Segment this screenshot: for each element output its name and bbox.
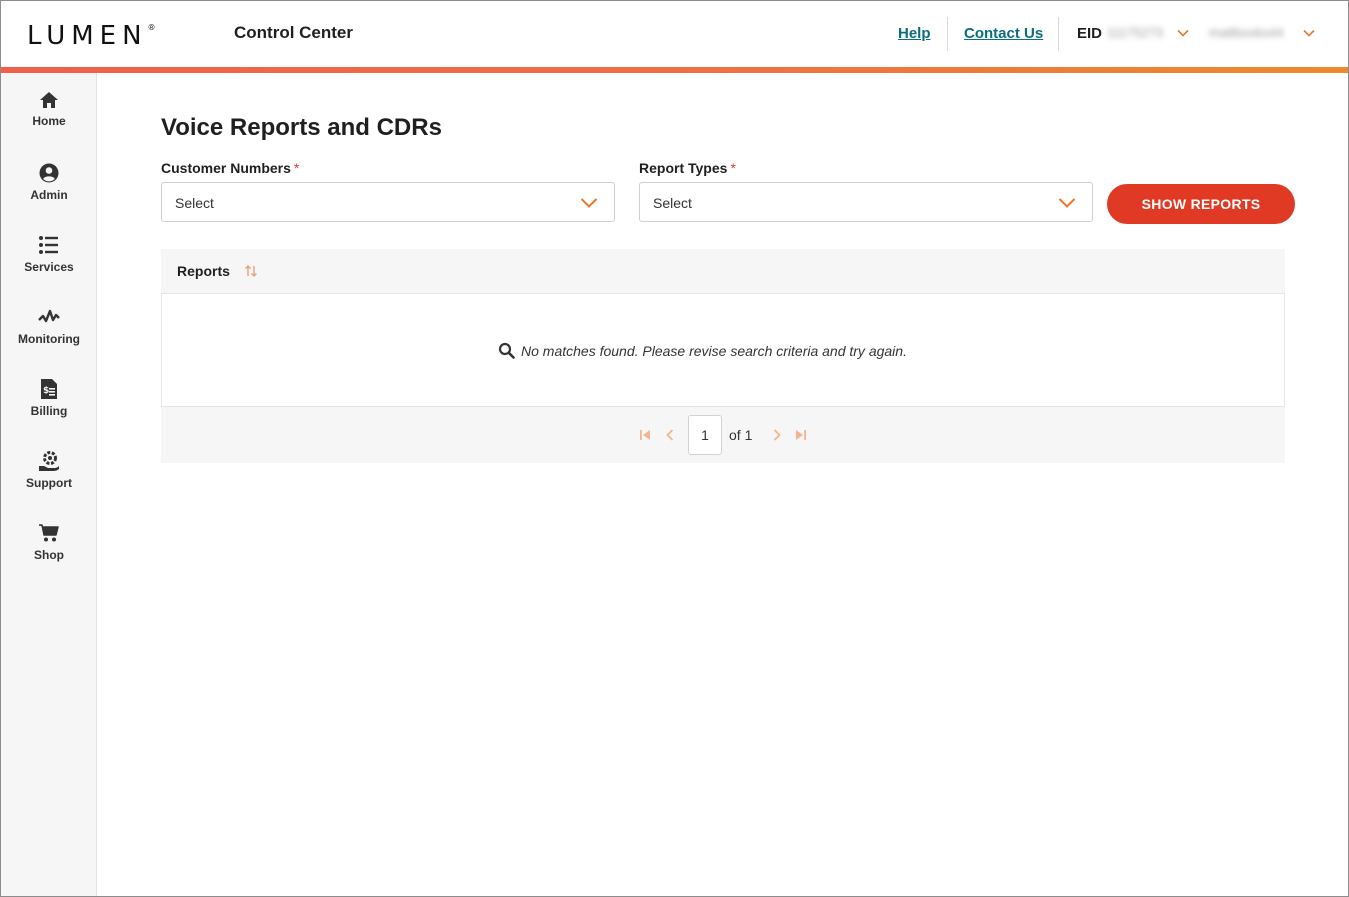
list-icon <box>39 236 58 254</box>
search-icon <box>498 342 515 359</box>
chevron-down-icon <box>580 198 598 208</box>
sidebar-item-shop[interactable]: Shop <box>1 522 97 582</box>
user-name[interactable]: mattbooks44 <box>1209 25 1283 40</box>
sidebar-item-label: Monitoring <box>18 332 80 346</box>
reports-table-body: No matches found. Please revise search c… <box>161 293 1285 407</box>
eid-value[interactable]: 11175273 <box>1107 25 1163 40</box>
user-circle-icon <box>39 163 59 183</box>
page-title: Voice Reports and CDRs <box>161 114 442 141</box>
pulse-icon <box>38 309 60 323</box>
show-reports-button[interactable]: SHOW REPORTS <box>1107 184 1295 224</box>
header-divider <box>1058 17 1059 51</box>
required-marker: * <box>730 160 736 176</box>
app-title: Control Center <box>234 23 353 42</box>
first-page-icon[interactable] <box>638 428 652 442</box>
sidebar-nav: Home Admin Services Monitoring $ Billing… <box>1 73 97 896</box>
sidebar-item-support[interactable]: Support <box>1 450 97 510</box>
home-icon <box>40 92 58 108</box>
chevron-down-icon <box>1058 198 1076 208</box>
sidebar-item-admin[interactable]: Admin <box>1 162 97 222</box>
reports-table: Reports No matches found. Please revise … <box>161 249 1285 463</box>
customer-numbers-label: Customer Numbers * <box>161 160 299 176</box>
empty-state: No matches found. Please revise search c… <box>498 342 907 359</box>
required-marker: * <box>293 160 300 176</box>
sidebar-item-label: Billing <box>30 404 68 418</box>
header-divider <box>947 17 948 51</box>
sidebar-item-label: Home <box>32 114 66 128</box>
sidebar-item-label: Shop <box>34 548 64 562</box>
sidebar-item-billing[interactable]: $ Billing <box>1 378 97 438</box>
support-gear-icon <box>39 451 59 471</box>
report-types-value: Select <box>653 195 692 211</box>
reports-column-header[interactable]: Reports <box>161 249 1285 293</box>
sidebar-item-label: Admin <box>30 188 68 202</box>
sort-icon[interactable] <box>244 264 258 278</box>
brand-gradient-bar <box>1 67 1348 73</box>
report-types-select[interactable]: Select <box>639 182 1093 222</box>
eid-label: EID <box>1077 25 1103 42</box>
svg-text:$: $ <box>43 386 49 396</box>
cart-icon <box>39 524 59 542</box>
top-header: LUMEN® Control Center Help Contact Us EI… <box>1 1 1348 67</box>
help-link[interactable]: Help <box>898 25 931 42</box>
customer-numbers-value: Select <box>175 195 214 211</box>
customer-numbers-select[interactable]: Select <box>161 182 615 222</box>
contact-us-link[interactable]: Contact Us <box>964 25 1043 42</box>
user-chevron-down-icon[interactable] <box>1303 27 1315 39</box>
next-page-icon[interactable] <box>770 428 784 442</box>
eid-chevron-down-icon[interactable] <box>1177 27 1189 39</box>
page-count: of 1 <box>729 427 753 443</box>
logo-text: LUMEN <box>27 21 148 51</box>
pagination: 1 of 1 <box>161 407 1285 463</box>
sidebar-item-label: Support <box>26 476 72 490</box>
report-types-label-text: Report Types <box>639 160 728 176</box>
reports-column-label: Reports <box>177 263 230 279</box>
lumen-logo[interactable]: LUMEN® <box>27 21 156 51</box>
empty-state-message: No matches found. Please revise search c… <box>521 343 907 359</box>
customer-numbers-label-text: Customer Numbers <box>161 160 291 176</box>
page-number-input[interactable]: 1 <box>688 415 722 455</box>
invoice-icon: $ <box>41 379 57 399</box>
sidebar-item-services[interactable]: Services <box>1 234 97 294</box>
report-types-label: Report Types * <box>639 160 736 176</box>
sidebar-item-home[interactable]: Home <box>1 90 97 150</box>
sidebar-item-label: Services <box>24 260 74 274</box>
logo-registered-mark: ® <box>147 23 156 32</box>
sidebar-item-monitoring[interactable]: Monitoring <box>1 306 97 366</box>
last-page-icon[interactable] <box>794 428 808 442</box>
previous-page-icon[interactable] <box>663 428 677 442</box>
